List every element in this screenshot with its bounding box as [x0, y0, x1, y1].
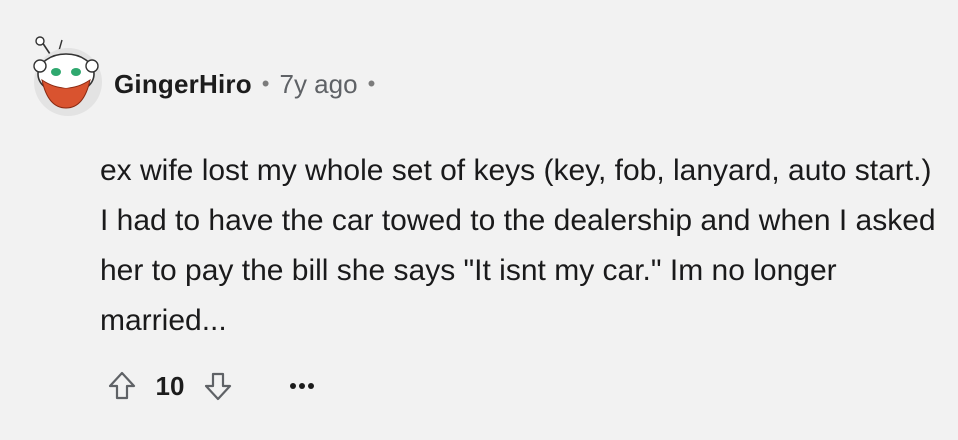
downvote-arrow-icon — [204, 372, 232, 401]
more-options-icon — [290, 383, 314, 389]
comment-body: ex wife lost my whole set of keys (key, … — [100, 154, 936, 337]
upvote-arrow-icon — [108, 371, 136, 400]
downvote-button[interactable] — [196, 364, 240, 408]
more-options-button[interactable] — [280, 364, 324, 408]
comment: GingerHiro • 7y ago • ex wife lost my wh… — [0, 0, 958, 440]
upvote-button[interactable] — [100, 364, 144, 408]
comment-actions: 10 — [100, 364, 324, 408]
user-avatar[interactable] — [28, 36, 106, 118]
timestamp[interactable]: 7y ago — [280, 69, 358, 100]
snoo-avatar-icon — [33, 36, 102, 116]
comment-meta: GingerHiro • 7y ago • — [114, 66, 385, 102]
meta-separator: • — [261, 71, 270, 96]
username-link[interactable]: GingerHiro — [114, 69, 252, 100]
vote-score: 10 — [155, 370, 185, 401]
meta-separator-trailing: • — [367, 71, 376, 96]
